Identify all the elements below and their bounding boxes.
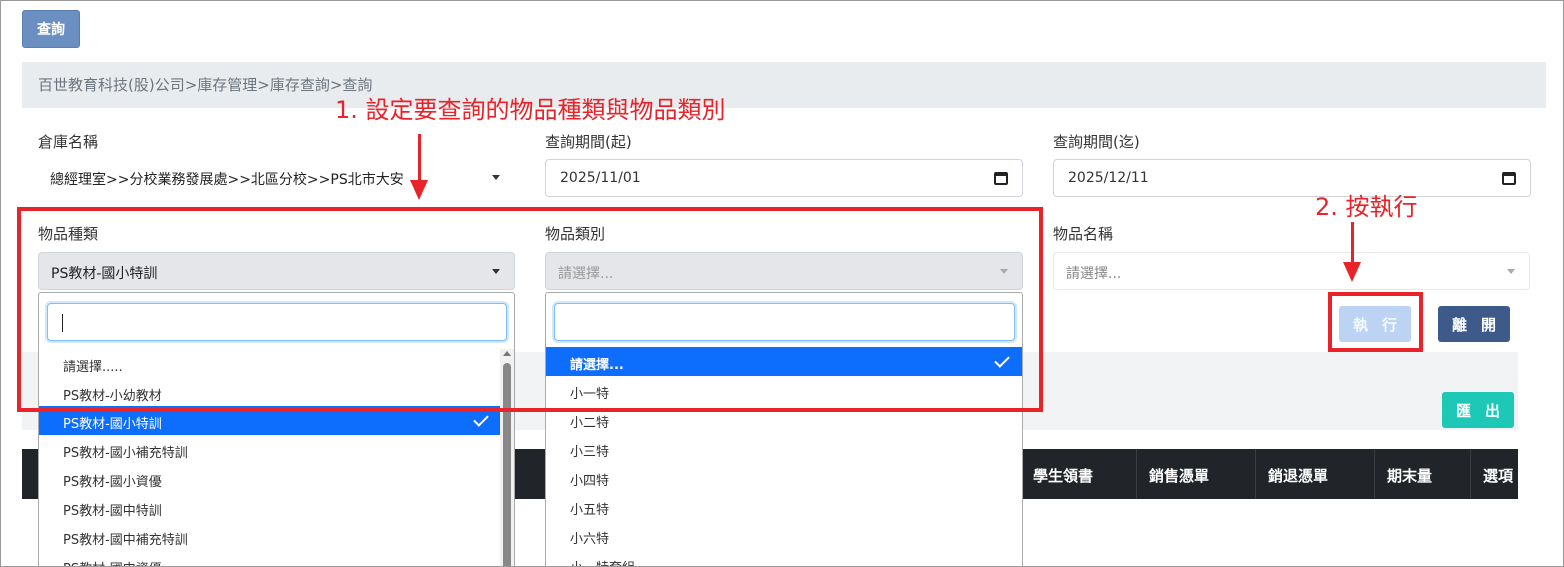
chevron-down-icon (492, 175, 500, 180)
export-button[interactable]: 匯出 (1442, 392, 1514, 428)
leave-button[interactable]: 離開 (1438, 306, 1510, 342)
list-item[interactable]: 小五特 (546, 492, 1022, 521)
item-name-select[interactable]: 請選擇... (1053, 252, 1530, 290)
period-end-label: 查詢期間(迄) (1053, 133, 1140, 151)
list-item[interactable]: 小三特 (546, 434, 1022, 463)
column-header[interactable]: 銷退憑單 (1255, 449, 1374, 499)
list-item[interactable]: 小六特 (546, 521, 1022, 550)
list-item[interactable]: PS教材-國中資優 (39, 551, 501, 567)
breadcrumb: 百世教育科技(股)公司>庫存管理>庫存查詢>查詢 (22, 62, 1546, 108)
period-start-label: 查詢期間(起) (545, 133, 632, 151)
period-end-value: 2025/12/11 (1068, 170, 1149, 186)
warehouse-select[interactable]: 總經理室>>分校業務發展處>>北區分校>>PS北市大安 (38, 159, 514, 197)
calendar-icon[interactable] (1502, 172, 1516, 185)
column-header[interactable]: 期末量 (1374, 449, 1470, 499)
period-end-input[interactable]: 2025/12/11 (1053, 159, 1531, 197)
period-start-input[interactable]: 2025/11/01 (545, 159, 1023, 197)
warehouse-select-value: 總經理室>>分校業務發展處>>北區分校>>PS北市大安 (50, 172, 404, 188)
calendar-icon[interactable] (994, 172, 1008, 185)
warehouse-label: 倉庫名稱 (38, 133, 99, 151)
column-header[interactable]: 銷售憑單 (1136, 449, 1255, 499)
list-item[interactable]: 小一特套組 (546, 550, 1022, 567)
annotation-box-filters (17, 207, 1043, 412)
list-item[interactable]: 小四特 (546, 463, 1022, 492)
column-header[interactable]: 學生領書 (1020, 449, 1136, 499)
list-item[interactable]: PS教材-國中補充特訓 (39, 522, 501, 551)
item-name-label: 物品名稱 (1053, 225, 1114, 243)
column-header[interactable]: 選項 (1470, 449, 1518, 499)
list-item[interactable]: PS教材-國小補充特訓 (39, 435, 501, 464)
annotation-step2: 2. 按執行 (1315, 193, 1418, 221)
annotation-arrow-1 (418, 134, 421, 182)
list-item-label: PS教材-國小特訓 (63, 417, 162, 432)
arrow-down-icon (410, 180, 428, 200)
annotation-step1: 1. 設定要查詢的物品種類與物品類別 (335, 96, 726, 124)
list-item[interactable]: PS教材-國中特訓 (39, 493, 501, 522)
item-name-placeholder: 請選擇... (1066, 266, 1122, 282)
annotation-box-execute (1328, 292, 1423, 352)
check-icon (473, 411, 489, 427)
annotation-arrow-2 (1351, 222, 1354, 264)
arrow-down-icon (1343, 262, 1361, 282)
list-item[interactable]: PS教材-國小資優 (39, 464, 501, 493)
chevron-down-icon (1507, 269, 1515, 274)
period-start-value: 2025/11/01 (560, 170, 641, 186)
query-button[interactable]: 查詢 (22, 10, 80, 48)
